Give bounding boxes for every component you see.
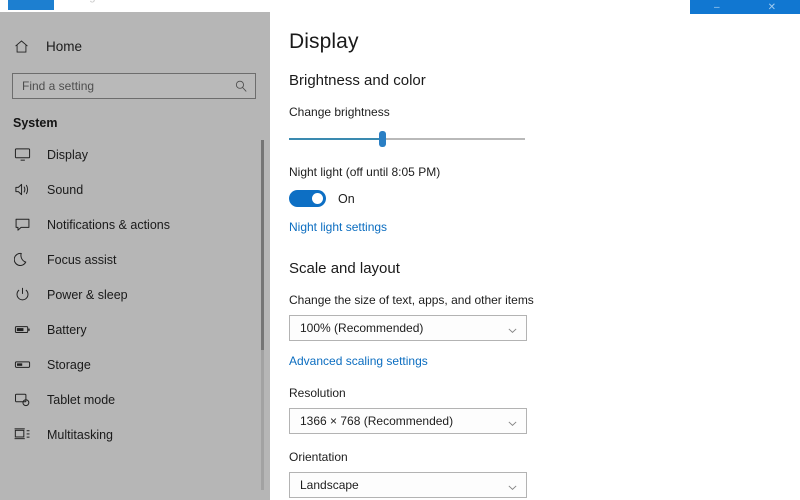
night-light-state: On	[338, 191, 355, 206]
scale-dropdown-value: 100% (Recommended)	[300, 321, 424, 335]
sidebar-item-focus-assist[interactable]: Focus assist	[0, 242, 270, 277]
sidebar-item-display[interactable]: Display	[0, 137, 270, 172]
resolution-dropdown-value: 1366 × 768 (Recommended)	[300, 414, 454, 428]
sidebar-item-multitasking[interactable]: Multitasking	[0, 417, 270, 452]
sidebar-item-battery[interactable]: Battery	[0, 312, 270, 347]
sidebar-item-home[interactable]: Home	[0, 31, 270, 61]
orientation-label: Orientation	[289, 450, 348, 464]
search-input[interactable]: Find a setting	[12, 73, 256, 99]
settings-window: Settings – ✕ Home Find a setting	[0, 0, 800, 500]
advanced-scaling-settings-link[interactable]: Advanced scaling settings	[289, 354, 428, 368]
search-placeholder: Find a setting	[22, 79, 95, 93]
moon-icon	[13, 251, 31, 269]
monitor-icon	[13, 146, 31, 164]
brightness-slider[interactable]	[289, 129, 525, 149]
sidebar-item-power-sleep[interactable]: Power & sleep	[0, 277, 270, 312]
sidebar-item-label: Focus assist	[47, 252, 117, 267]
sidebar-item-notifications[interactable]: Notifications & actions	[0, 207, 270, 242]
title-bar: Settings – ✕	[0, 0, 800, 16]
sidebar-item-storage[interactable]: Storage	[0, 347, 270, 382]
home-icon	[13, 38, 30, 55]
resolution-label: Resolution	[289, 386, 346, 400]
sidebar-nav: Display Sound Notifications & actions Fo…	[0, 137, 270, 452]
battery-icon	[13, 321, 31, 339]
sidebar-home-label: Home	[46, 38, 83, 54]
sidebar-item-label: Multitasking	[47, 427, 113, 442]
main-content: Display Brightness and color Change brig…	[270, 12, 800, 500]
sidebar-item-label: Power & sleep	[47, 287, 128, 302]
sidebar-item-label: Tablet mode	[47, 392, 116, 407]
brightness-slider-thumb[interactable]	[379, 131, 386, 147]
brightness-slider-fill	[289, 138, 383, 140]
sidebar-item-label: Storage	[47, 357, 91, 372]
sidebar-item-label: Sound	[47, 182, 84, 197]
minimize-button[interactable]: –	[714, 3, 720, 13]
toggle-knob	[312, 193, 323, 204]
resolution-dropdown[interactable]: 1366 × 768 (Recommended)	[289, 408, 527, 434]
sidebar-item-sound[interactable]: Sound	[0, 172, 270, 207]
sidebar-item-tablet-mode[interactable]: Tablet mode	[0, 382, 270, 417]
orientation-dropdown-value: Landscape	[300, 478, 359, 492]
window-controls: – ✕	[690, 0, 800, 14]
speaker-icon	[13, 181, 31, 199]
sidebar-scrollbar-thumb[interactable]	[261, 140, 264, 350]
multitasking-icon	[13, 426, 31, 444]
change-brightness-label: Change brightness	[289, 105, 390, 119]
chevron-down-icon	[507, 480, 518, 491]
night-light-toggle-row: On	[289, 190, 800, 207]
sidebar-scrollbar[interactable]	[261, 140, 264, 490]
sidebar-item-label: Battery	[47, 322, 87, 337]
orientation-dropdown[interactable]: Landscape	[289, 472, 527, 498]
night-light-settings-link[interactable]: Night light settings	[289, 220, 387, 234]
power-icon	[13, 286, 31, 304]
app-title: Settings	[60, 0, 101, 3]
settings-gear-icon	[8, 0, 54, 10]
sidebar: Home Find a setting System Display Sound…	[0, 12, 270, 500]
storage-icon	[13, 356, 31, 374]
night-light-label: Night light (off until 8:05 PM)	[289, 165, 441, 179]
notification-icon	[13, 216, 31, 234]
night-light-toggle[interactable]	[289, 190, 326, 207]
sidebar-group-label: System	[13, 116, 58, 130]
scale-dropdown[interactable]: 100% (Recommended)	[289, 315, 527, 341]
sidebar-item-label: Notifications & actions	[47, 217, 170, 232]
close-button[interactable]: ✕	[768, 3, 776, 13]
scale-section-heading: Scale and layout	[289, 260, 400, 277]
chevron-down-icon	[507, 416, 518, 427]
brightness-section-heading: Brightness and color	[289, 72, 426, 89]
page-title: Display	[289, 30, 359, 53]
sidebar-item-label: Display	[47, 147, 88, 162]
tablet-icon	[13, 391, 31, 409]
search-icon	[234, 79, 248, 93]
chevron-down-icon	[507, 323, 518, 334]
scale-label: Change the size of text, apps, and other…	[289, 293, 534, 307]
